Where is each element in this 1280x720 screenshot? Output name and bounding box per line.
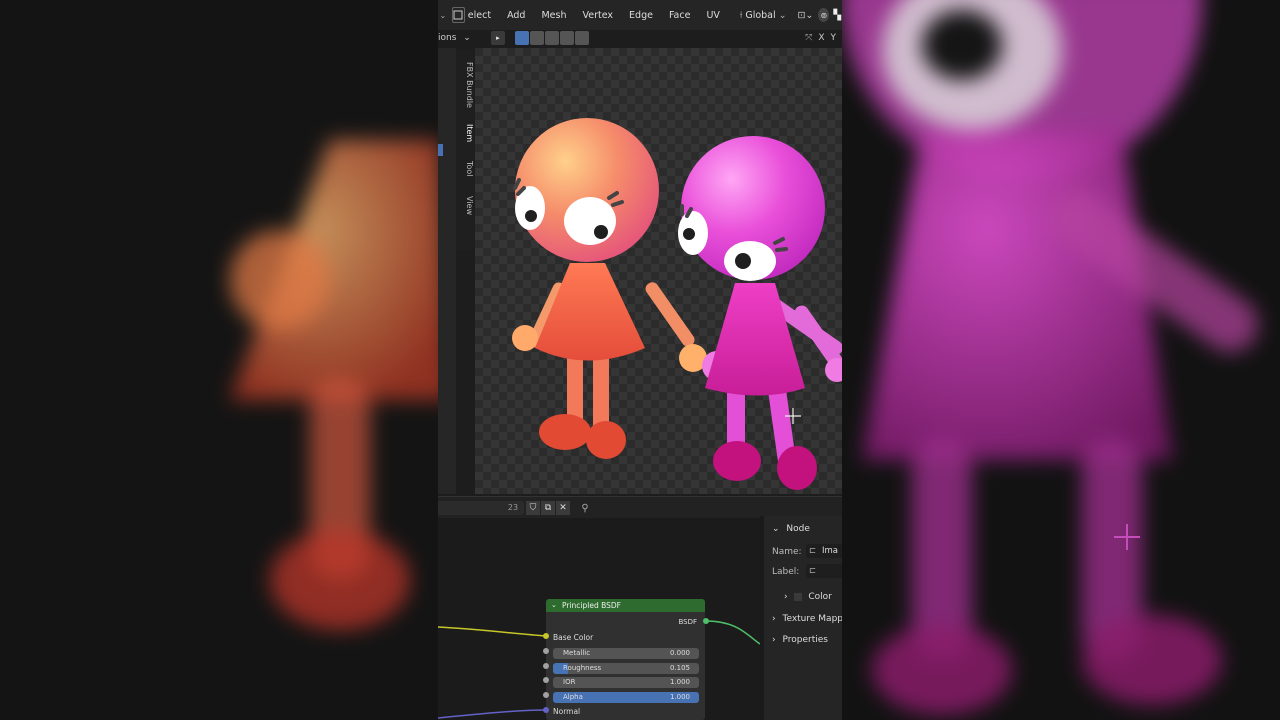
axis-lock-icon[interactable]: ⤧	[805, 33, 812, 43]
chevron-right-icon: ›	[772, 635, 776, 645]
blender-window: ⌄ elect Add Mesh Vertex Edge Face UV ⟊ G…	[438, 0, 842, 720]
cursor-crosshair-icon	[1114, 524, 1140, 550]
select-box-icon[interactable]	[451, 7, 465, 23]
ior-value: 1.000	[669, 678, 690, 686]
options-dropdown[interactable]: ions ⌄	[438, 33, 471, 43]
properties-strip	[438, 48, 456, 494]
name-label: Name:	[772, 547, 802, 557]
chevron-right-icon: ›	[772, 614, 776, 624]
socket-metallic[interactable]	[543, 648, 549, 654]
secondary-toolbar: ions ⌄ ▸ ⤧ X Y	[438, 28, 842, 48]
input-base-color-label: Base Color	[553, 633, 594, 642]
menu-uv[interactable]: UV	[698, 10, 727, 21]
cursor-tool-icon[interactable]: ▸	[490, 31, 505, 45]
orientation-value: Global	[745, 9, 776, 21]
roughness-value: 0.105	[669, 664, 690, 672]
socket-alpha[interactable]	[543, 692, 549, 698]
menu-mesh[interactable]: Mesh	[533, 10, 574, 21]
tab-item[interactable]: Item	[456, 120, 474, 146]
orientation-dropdown[interactable]: ⟊ Global ⌄	[740, 10, 787, 21]
options-label: ions	[438, 33, 457, 43]
alpha-label: Alpha	[563, 693, 583, 701]
axis-y-toggle[interactable]: Y	[831, 33, 837, 43]
color-checkbox[interactable]	[794, 592, 803, 601]
color-subsection[interactable]: › Color	[784, 592, 832, 602]
select-mode-subtract-icon[interactable]	[544, 31, 559, 45]
menu-edge[interactable]: Edge	[621, 10, 661, 21]
tab-tool[interactable]: Tool	[456, 156, 474, 182]
socket-ior[interactable]	[543, 677, 549, 683]
axis-x-toggle[interactable]: X	[818, 33, 824, 43]
node-section-title: Node	[786, 524, 810, 534]
select-mode-intersect-icon[interactable]	[574, 31, 589, 45]
character-orange	[512, 118, 707, 459]
texture-mapping-section[interactable]: › Texture Mapp	[772, 614, 842, 624]
orientation-icon: ⟊	[739, 9, 743, 21]
menu-vertex[interactable]: Vertex	[574, 10, 621, 21]
node-title-label: Principled BSDF	[562, 601, 621, 610]
grid-icon[interactable]: ▚	[832, 10, 842, 21]
header-toolbar: ⌄ elect Add Mesh Vertex Edge Face UV ⟊ G…	[438, 0, 842, 30]
label-label: Label:	[772, 567, 800, 577]
metallic-slider[interactable]: Metallic 0.000	[553, 648, 699, 659]
character-render	[512, 118, 842, 490]
pivot-icon[interactable]: ⊡⌄	[797, 10, 815, 21]
chevron-down-icon: ⌄	[778, 9, 787, 21]
ior-label: IOR	[563, 678, 576, 686]
chevron-down-icon: ⌄	[463, 33, 471, 43]
properties-label: Properties	[782, 635, 828, 645]
select-mode-invert-icon[interactable]	[559, 31, 574, 45]
roughness-slider[interactable]: Roughness 0.105	[553, 663, 699, 674]
shader-node-editor[interactable]: 23 ⛉ ⧉ ✕ ⚲ ⌄ Principled BSDF BSDF Base C…	[438, 496, 842, 720]
color-label: Color	[808, 592, 832, 602]
label-field[interactable]: ⊏	[806, 564, 842, 578]
name-field[interactable]: ⊏ Ima	[806, 544, 842, 558]
menu-add[interactable]: Add	[499, 10, 533, 21]
blurred-background-left	[0, 0, 438, 720]
socket-base-color[interactable]	[543, 633, 549, 639]
properties-section[interactable]: › Properties	[772, 635, 828, 645]
socket-bsdf-output[interactable]	[703, 618, 709, 624]
metallic-label: Metallic	[563, 649, 591, 657]
menu-select[interactable]: elect	[465, 10, 499, 21]
texture-mapping-label: Texture Mapp	[782, 614, 842, 624]
collapse-icon[interactable]: ⌄	[551, 599, 557, 612]
sidebar-tabs: FBX Bundle Item Tool View	[456, 50, 474, 250]
output-bsdf-label: BSDF	[678, 618, 697, 626]
name-value: Ima	[822, 546, 838, 556]
character-pink	[678, 136, 842, 490]
node-sidebar-panel: ⌄ Node Name: ⊏ Ima Label: ⊏ › Color › Te…	[760, 516, 842, 720]
socket-normal[interactable]	[543, 707, 549, 713]
chevron-down-icon[interactable]: ⌄	[438, 11, 448, 20]
active-tab-indicator	[438, 144, 443, 156]
roughness-label: Roughness	[563, 664, 602, 672]
alpha-slider[interactable]: Alpha 1.000	[553, 692, 699, 703]
menu-face[interactable]: Face	[661, 10, 698, 21]
text-field-icon: ⊏	[809, 566, 817, 576]
tab-fbx-bundle[interactable]: FBX Bundle	[456, 58, 474, 112]
input-normal-label: Normal	[553, 707, 581, 716]
ior-slider[interactable]: IOR 1.000	[553, 677, 699, 688]
uv-image-viewport[interactable]	[475, 48, 842, 494]
select-mode-extend-icon[interactable]	[529, 31, 544, 45]
snap-icon[interactable]: ⊚	[818, 8, 830, 22]
select-mode-new-icon[interactable]	[514, 31, 529, 45]
text-field-icon: ⊏	[809, 546, 817, 556]
chevron-right-icon: ›	[784, 592, 788, 602]
tab-view[interactable]: View	[456, 192, 474, 218]
node-section-header[interactable]: ⌄ Node	[772, 524, 810, 534]
metallic-value: 0.000	[669, 649, 690, 657]
alpha-value: 1.000	[669, 693, 690, 701]
socket-roughness[interactable]	[543, 663, 549, 669]
chevron-down-icon: ⌄	[772, 524, 780, 534]
node-title[interactable]: ⌄ Principled BSDF	[546, 599, 705, 612]
blurred-background-right	[842, 0, 1280, 720]
principled-bsdf-node[interactable]: ⌄ Principled BSDF BSDF Base Color Metall…	[546, 599, 705, 720]
